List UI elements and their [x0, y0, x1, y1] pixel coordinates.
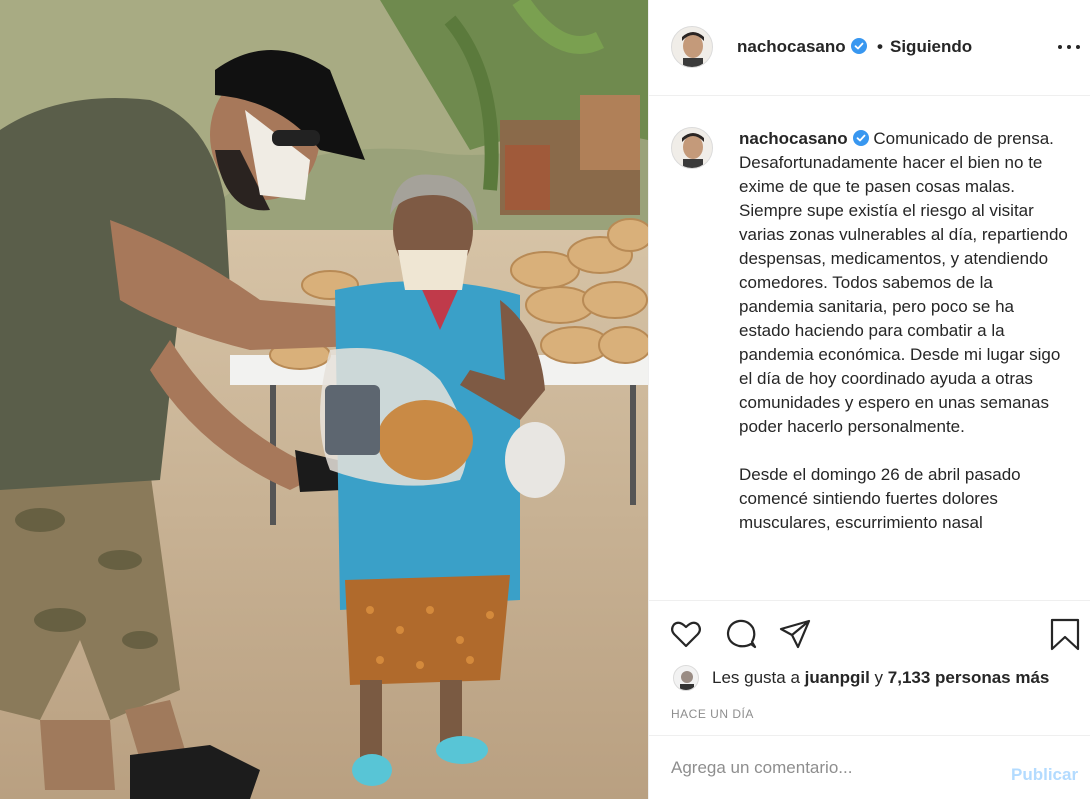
verified-badge-icon	[850, 38, 867, 54]
heart-icon[interactable]	[669, 617, 703, 651]
verified-badge-icon	[852, 130, 869, 146]
comment-icon[interactable]	[724, 617, 758, 651]
more-options-icon[interactable]	[1057, 36, 1081, 56]
post-actions: Les gusta a juanpgil y 7,133 personas má…	[649, 600, 1090, 740]
post-side-panel: nachocasano • Siguiendo nachocasano Comu…	[648, 0, 1090, 799]
caption-section: nachocasano Comunicado de prensa. Desafo…	[649, 97, 1090, 599]
likes-summary: Les gusta a juanpgil y 7,133 personas má…	[671, 663, 1049, 693]
avatar-image	[672, 27, 712, 67]
comment-input[interactable]	[671, 758, 991, 778]
avatar-image	[674, 666, 698, 690]
caption-paragraph-2: Desde el domingo 26 de abril pasado come…	[739, 465, 1021, 532]
comment-bar: Publicar	[649, 735, 1090, 799]
author-avatar[interactable]	[671, 26, 713, 68]
caption-username[interactable]: nachocasano	[739, 129, 848, 148]
author-username[interactable]: nachocasano	[737, 37, 867, 57]
liker-avatar[interactable]	[673, 665, 699, 691]
caption-paragraph-1: nachocasano Comunicado de prensa. Desafo…	[739, 127, 1069, 439]
likes-connector: y	[874, 668, 884, 687]
caption-text: nachocasano Comunicado de prensa. Desafo…	[739, 127, 1069, 535]
publish-button[interactable]: Publicar	[1011, 765, 1078, 785]
caption-author-avatar[interactable]	[671, 127, 713, 169]
separator-dot: •	[877, 37, 883, 56]
likes-user-link[interactable]: juanpgil	[805, 668, 870, 688]
post-photo-illustration	[0, 0, 648, 799]
share-icon[interactable]	[778, 617, 812, 651]
post-timestamp[interactable]: HACE UN DÍA	[671, 707, 754, 721]
caption-body-1: Comunicado de prensa. Desafortunadamente…	[739, 129, 1068, 436]
post-photo[interactable]	[0, 0, 648, 799]
bookmark-icon[interactable]	[1048, 617, 1082, 651]
author-username-text[interactable]: nachocasano	[737, 37, 846, 56]
likes-others-link[interactable]: 7,133 personas más	[888, 668, 1050, 688]
follow-status-button[interactable]: Siguiendo	[890, 37, 972, 57]
avatar-image	[672, 128, 712, 168]
likes-prefix: Les gusta a	[712, 668, 800, 687]
post-header: nachocasano • Siguiendo	[649, 0, 1090, 96]
